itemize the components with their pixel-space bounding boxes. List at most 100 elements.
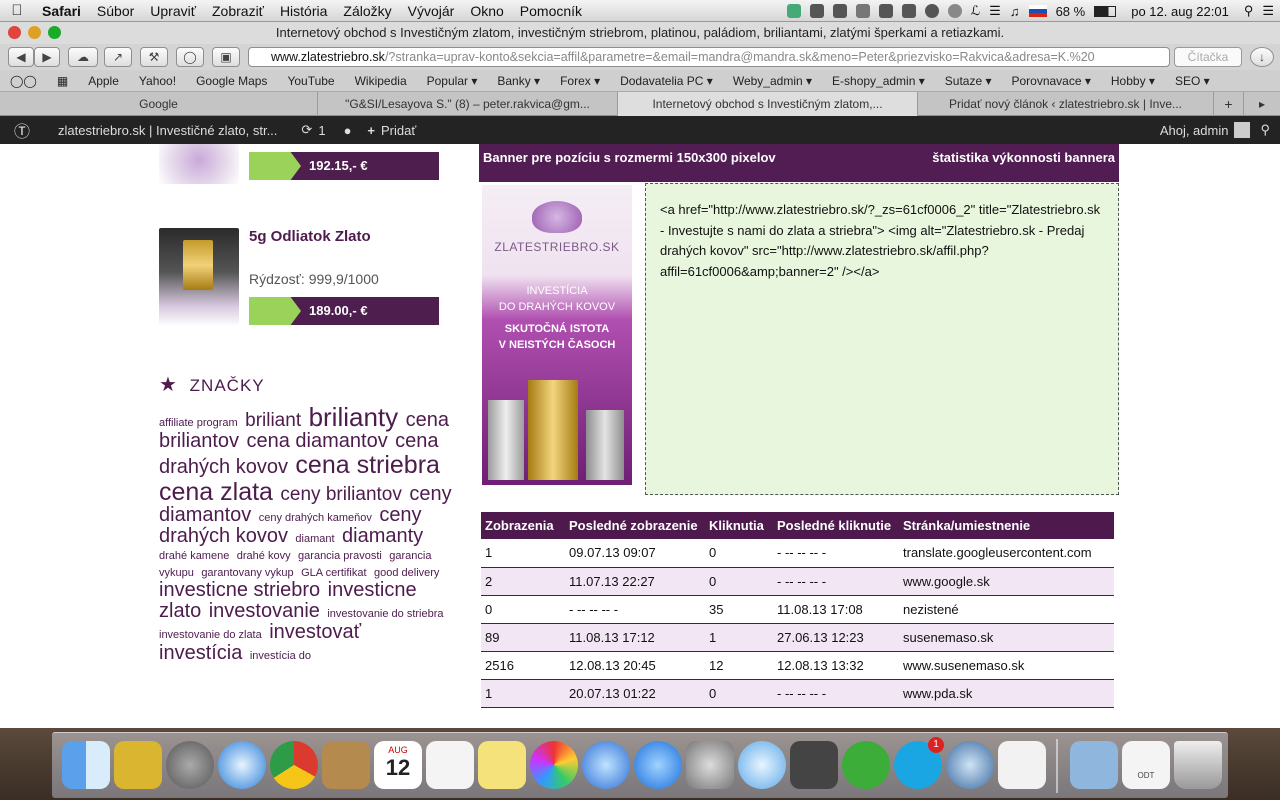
share-button[interactable]: ↗ bbox=[104, 47, 132, 67]
tab-zlatestriebro[interactable]: Internetový obchod s Investičným zlatom,… bbox=[618, 92, 918, 116]
notes-icon[interactable] bbox=[478, 741, 526, 789]
tab-wp-new-post[interactable]: Pridať nový článok ‹ zlatestriebro.sk | … bbox=[918, 92, 1214, 116]
site-name-link[interactable]: zlatestriebro.sk | Investičné zlato, str… bbox=[44, 123, 291, 138]
tag-link[interactable]: garancia pravosti bbox=[298, 550, 382, 562]
tag-link[interactable]: affiliate program bbox=[159, 417, 238, 429]
tag-link[interactable]: ceny drahých kameňov bbox=[259, 512, 372, 524]
menu-item[interactable]: Vývojár bbox=[400, 3, 463, 19]
spotlight-icon[interactable]: ⚲ bbox=[1244, 3, 1254, 19]
status-icon[interactable] bbox=[786, 4, 801, 18]
add-new-link[interactable]: Pridať bbox=[375, 123, 416, 138]
reading-list-icon[interactable]: ◯◯ bbox=[0, 74, 47, 88]
forward-button[interactable]: ▶ bbox=[34, 47, 60, 67]
comments-icon[interactable]: ● bbox=[340, 123, 368, 138]
menu-item[interactable]: Okno bbox=[462, 3, 511, 19]
document-icon[interactable]: ODT bbox=[1122, 741, 1170, 789]
icloud-button[interactable]: ☁ bbox=[68, 47, 98, 67]
minimize-icon[interactable] bbox=[28, 26, 41, 39]
paw-icon[interactable] bbox=[855, 4, 870, 18]
tag-link[interactable]: investícia do bbox=[250, 650, 311, 663]
new-tab-button[interactable]: + bbox=[1214, 92, 1244, 116]
tag-link[interactable]: investicne striebro bbox=[159, 579, 320, 601]
bluetooth-icon[interactable]: ℒ bbox=[971, 3, 980, 19]
product-image[interactable] bbox=[159, 144, 239, 184]
bookmark-item[interactable]: Apple bbox=[78, 74, 129, 88]
tag-link[interactable]: investovanie do zlata bbox=[159, 629, 262, 642]
itunes-icon[interactable] bbox=[582, 741, 630, 789]
price-button[interactable]: 192.15,- € bbox=[249, 152, 439, 180]
safari-icon[interactable] bbox=[218, 741, 266, 789]
list-icon[interactable]: ☰ bbox=[1262, 3, 1274, 19]
bookmark-item[interactable]: Popular ▾ bbox=[417, 74, 488, 88]
tab-google[interactable]: Google bbox=[0, 92, 318, 116]
menu-item[interactable]: Zobraziť bbox=[204, 3, 272, 19]
forklift-icon[interactable] bbox=[114, 741, 162, 789]
tag-link[interactable]: investovanie do striebra bbox=[327, 608, 443, 621]
address-bar[interactable]: www.zlatestriebro.sk/?stranka=uprav-kont… bbox=[248, 47, 1170, 67]
facetime-icon[interactable] bbox=[790, 741, 838, 789]
downloads-button[interactable]: ↓ bbox=[1250, 47, 1274, 67]
top-sites-icon[interactable]: ▦ bbox=[47, 74, 78, 88]
drive-icon[interactable] bbox=[809, 4, 824, 18]
tag-link[interactable]: diamant bbox=[295, 533, 334, 545]
bookmark-item[interactable]: E-shopy_admin ▾ bbox=[822, 74, 935, 88]
onyx-icon[interactable] bbox=[946, 741, 994, 789]
messages-icon[interactable] bbox=[738, 741, 786, 789]
adblock-button[interactable]: ◯ bbox=[176, 47, 204, 67]
tools-button[interactable]: ⚒ bbox=[140, 47, 168, 67]
finder-icon[interactable] bbox=[62, 741, 110, 789]
tag-link[interactable]: diamanty bbox=[342, 525, 423, 547]
sync-icon[interactable] bbox=[924, 4, 939, 18]
volume-icon[interactable]: ♫ bbox=[1010, 4, 1020, 19]
tag-link[interactable]: drahé kovy bbox=[237, 550, 291, 562]
menu-item[interactable]: Pomocník bbox=[512, 3, 590, 19]
tag-link[interactable]: investovať bbox=[269, 621, 361, 643]
status-icon[interactable] bbox=[901, 4, 916, 18]
add-new-icon[interactable]: + bbox=[367, 123, 375, 138]
calendar-icon[interactable]: AUG 12 bbox=[374, 741, 422, 789]
textedit-icon[interactable] bbox=[998, 741, 1046, 789]
adium-icon[interactable] bbox=[842, 741, 890, 789]
close-icon[interactable] bbox=[8, 26, 21, 39]
tag-link[interactable]: ceny briliantov bbox=[280, 484, 401, 505]
system-preferences-icon[interactable] bbox=[686, 741, 734, 789]
bookmark-item[interactable]: Wikipedia bbox=[345, 74, 417, 88]
menu-item[interactable]: Súbor bbox=[89, 3, 142, 19]
zoom-icon[interactable] bbox=[48, 26, 61, 39]
bookmark-item[interactable]: Hobby ▾ bbox=[1101, 74, 1165, 88]
clock[interactable]: po 12. aug 22:01 bbox=[1125, 4, 1235, 19]
tag-link[interactable]: good delivery bbox=[374, 567, 439, 579]
search-icon[interactable]: ⚲ bbox=[1260, 122, 1280, 138]
bookmark-item[interactable]: Weby_admin ▾ bbox=[723, 74, 822, 88]
menu-item[interactable]: História bbox=[272, 3, 335, 19]
menu-item[interactable]: Záložky bbox=[335, 3, 399, 19]
back-button[interactable]: ◀ bbox=[8, 47, 34, 67]
bookmark-item[interactable]: Dodavatelia PC ▾ bbox=[610, 74, 723, 88]
battery-label[interactable]: 68 % bbox=[1056, 4, 1086, 19]
tag-link[interactable]: investovanie bbox=[209, 600, 320, 622]
bookmark-item[interactable]: Google Maps bbox=[186, 74, 277, 88]
skype-icon[interactable]: 1 bbox=[894, 737, 944, 789]
tag-link[interactable]: cena diamantov bbox=[247, 430, 388, 452]
bookmark-item[interactable]: Yahoo! bbox=[129, 74, 186, 88]
price-button[interactable]: 189.00,- € bbox=[249, 297, 439, 325]
launchpad-icon[interactable] bbox=[166, 741, 214, 789]
wordpress-icon[interactable]: Ⓣ bbox=[0, 118, 44, 142]
tag-link[interactable]: investícia bbox=[159, 642, 242, 664]
chrome-icon[interactable] bbox=[270, 741, 318, 789]
contacts-icon[interactable] bbox=[322, 741, 370, 789]
bookmark-item[interactable]: Forex ▾ bbox=[550, 74, 610, 88]
bookmark-item[interactable]: SEO ▾ bbox=[1165, 74, 1220, 88]
bookmark-item[interactable]: Sutaze ▾ bbox=[935, 74, 1002, 88]
tag-link[interactable]: GLA certifikat bbox=[301, 567, 366, 579]
banner-image[interactable]: ZLATESTRIEBRO.SK INVESTÍCIA DO DRAHÝCH K… bbox=[482, 185, 632, 485]
tab-overflow-icon[interactable]: ▸ bbox=[1244, 92, 1280, 116]
tag-link[interactable]: briliant bbox=[245, 410, 301, 431]
wifi-icon[interactable]: ☰ bbox=[989, 3, 1001, 19]
bookmark-item[interactable]: Banky ▾ bbox=[487, 74, 550, 88]
status-icon[interactable] bbox=[832, 4, 847, 18]
time-machine-icon[interactable] bbox=[947, 4, 962, 18]
tag-link[interactable]: garantovany vykup bbox=[201, 567, 293, 579]
updates-count[interactable]: 1 bbox=[312, 123, 339, 138]
photos-icon[interactable] bbox=[530, 741, 578, 789]
